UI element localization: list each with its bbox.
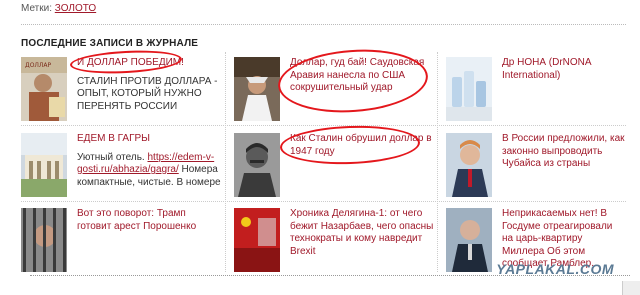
thumbnail-image[interactable]: [21, 208, 67, 272]
watermark: YAPLAKAL.COM: [496, 261, 614, 277]
divider: [21, 24, 626, 25]
thumbnail-image[interactable]: [446, 208, 492, 272]
column-divider: [437, 52, 438, 272]
thumbnail-image[interactable]: [446, 133, 492, 197]
thumbnail-image[interactable]: [234, 133, 280, 197]
item-desc: СТАЛИН ПРОТИВ ДОЛЛАРА - ОПЫТ, КОТОРЫЙ НУ…: [77, 75, 218, 112]
svg-text:ДОЛЛАР: ДОЛЛАР: [25, 62, 52, 69]
item-title[interactable]: Хроника Делягина-1: от чего бежит Назарб…: [290, 208, 434, 258]
tag-link-gold[interactable]: ЗОЛОТО: [55, 3, 96, 14]
tags-line: Метки: ЗОЛОТО: [21, 3, 96, 14]
list-item[interactable]: В России предложили, как законно выпрово…: [446, 133, 626, 197]
section-title: ПОСЛЕДНИЕ ЗАПИСИ В ЖУРНАЛЕ: [21, 38, 199, 49]
tags-label: Метки:: [21, 3, 52, 14]
list-item[interactable]: Др НОНА (DrNONA International): [446, 57, 626, 121]
list-item[interactable]: Вот это поворот: Трамп готовит арест Пор…: [21, 208, 221, 272]
item-desc: Уютный отель. https://edem-v-gosti.ru/ab…: [77, 152, 221, 190]
thumbnail-image[interactable]: [234, 57, 280, 121]
item-title[interactable]: ЕДЕМ В ГАГРЫ: [77, 133, 221, 146]
thumbnail-image[interactable]: [21, 133, 67, 197]
list-item[interactable]: Хроника Делягина-1: от чего бежит Назарб…: [234, 208, 434, 272]
watermark-bar: [30, 275, 630, 289]
thumbnail-image[interactable]: ДОЛЛАР: [21, 57, 67, 121]
row-divider: [21, 125, 626, 126]
item-title[interactable]: В России предложили, как законно выпрово…: [502, 133, 626, 171]
scroll-corner: [622, 281, 640, 295]
column-divider: [225, 52, 226, 272]
list-item[interactable]: ЕДЕМ В ГАГРЫ Уютный отель. https://edem-…: [21, 133, 221, 197]
thumbnail-image[interactable]: [234, 208, 280, 272]
item-title[interactable]: Вот это поворот: Трамп готовит арест Пор…: [77, 208, 221, 233]
item-desc-prefix: Уютный отель.: [77, 151, 148, 163]
thumbnail-image[interactable]: [446, 57, 492, 121]
item-title[interactable]: Др НОНА (DrNONA International): [502, 57, 626, 82]
row-divider: [21, 201, 626, 202]
